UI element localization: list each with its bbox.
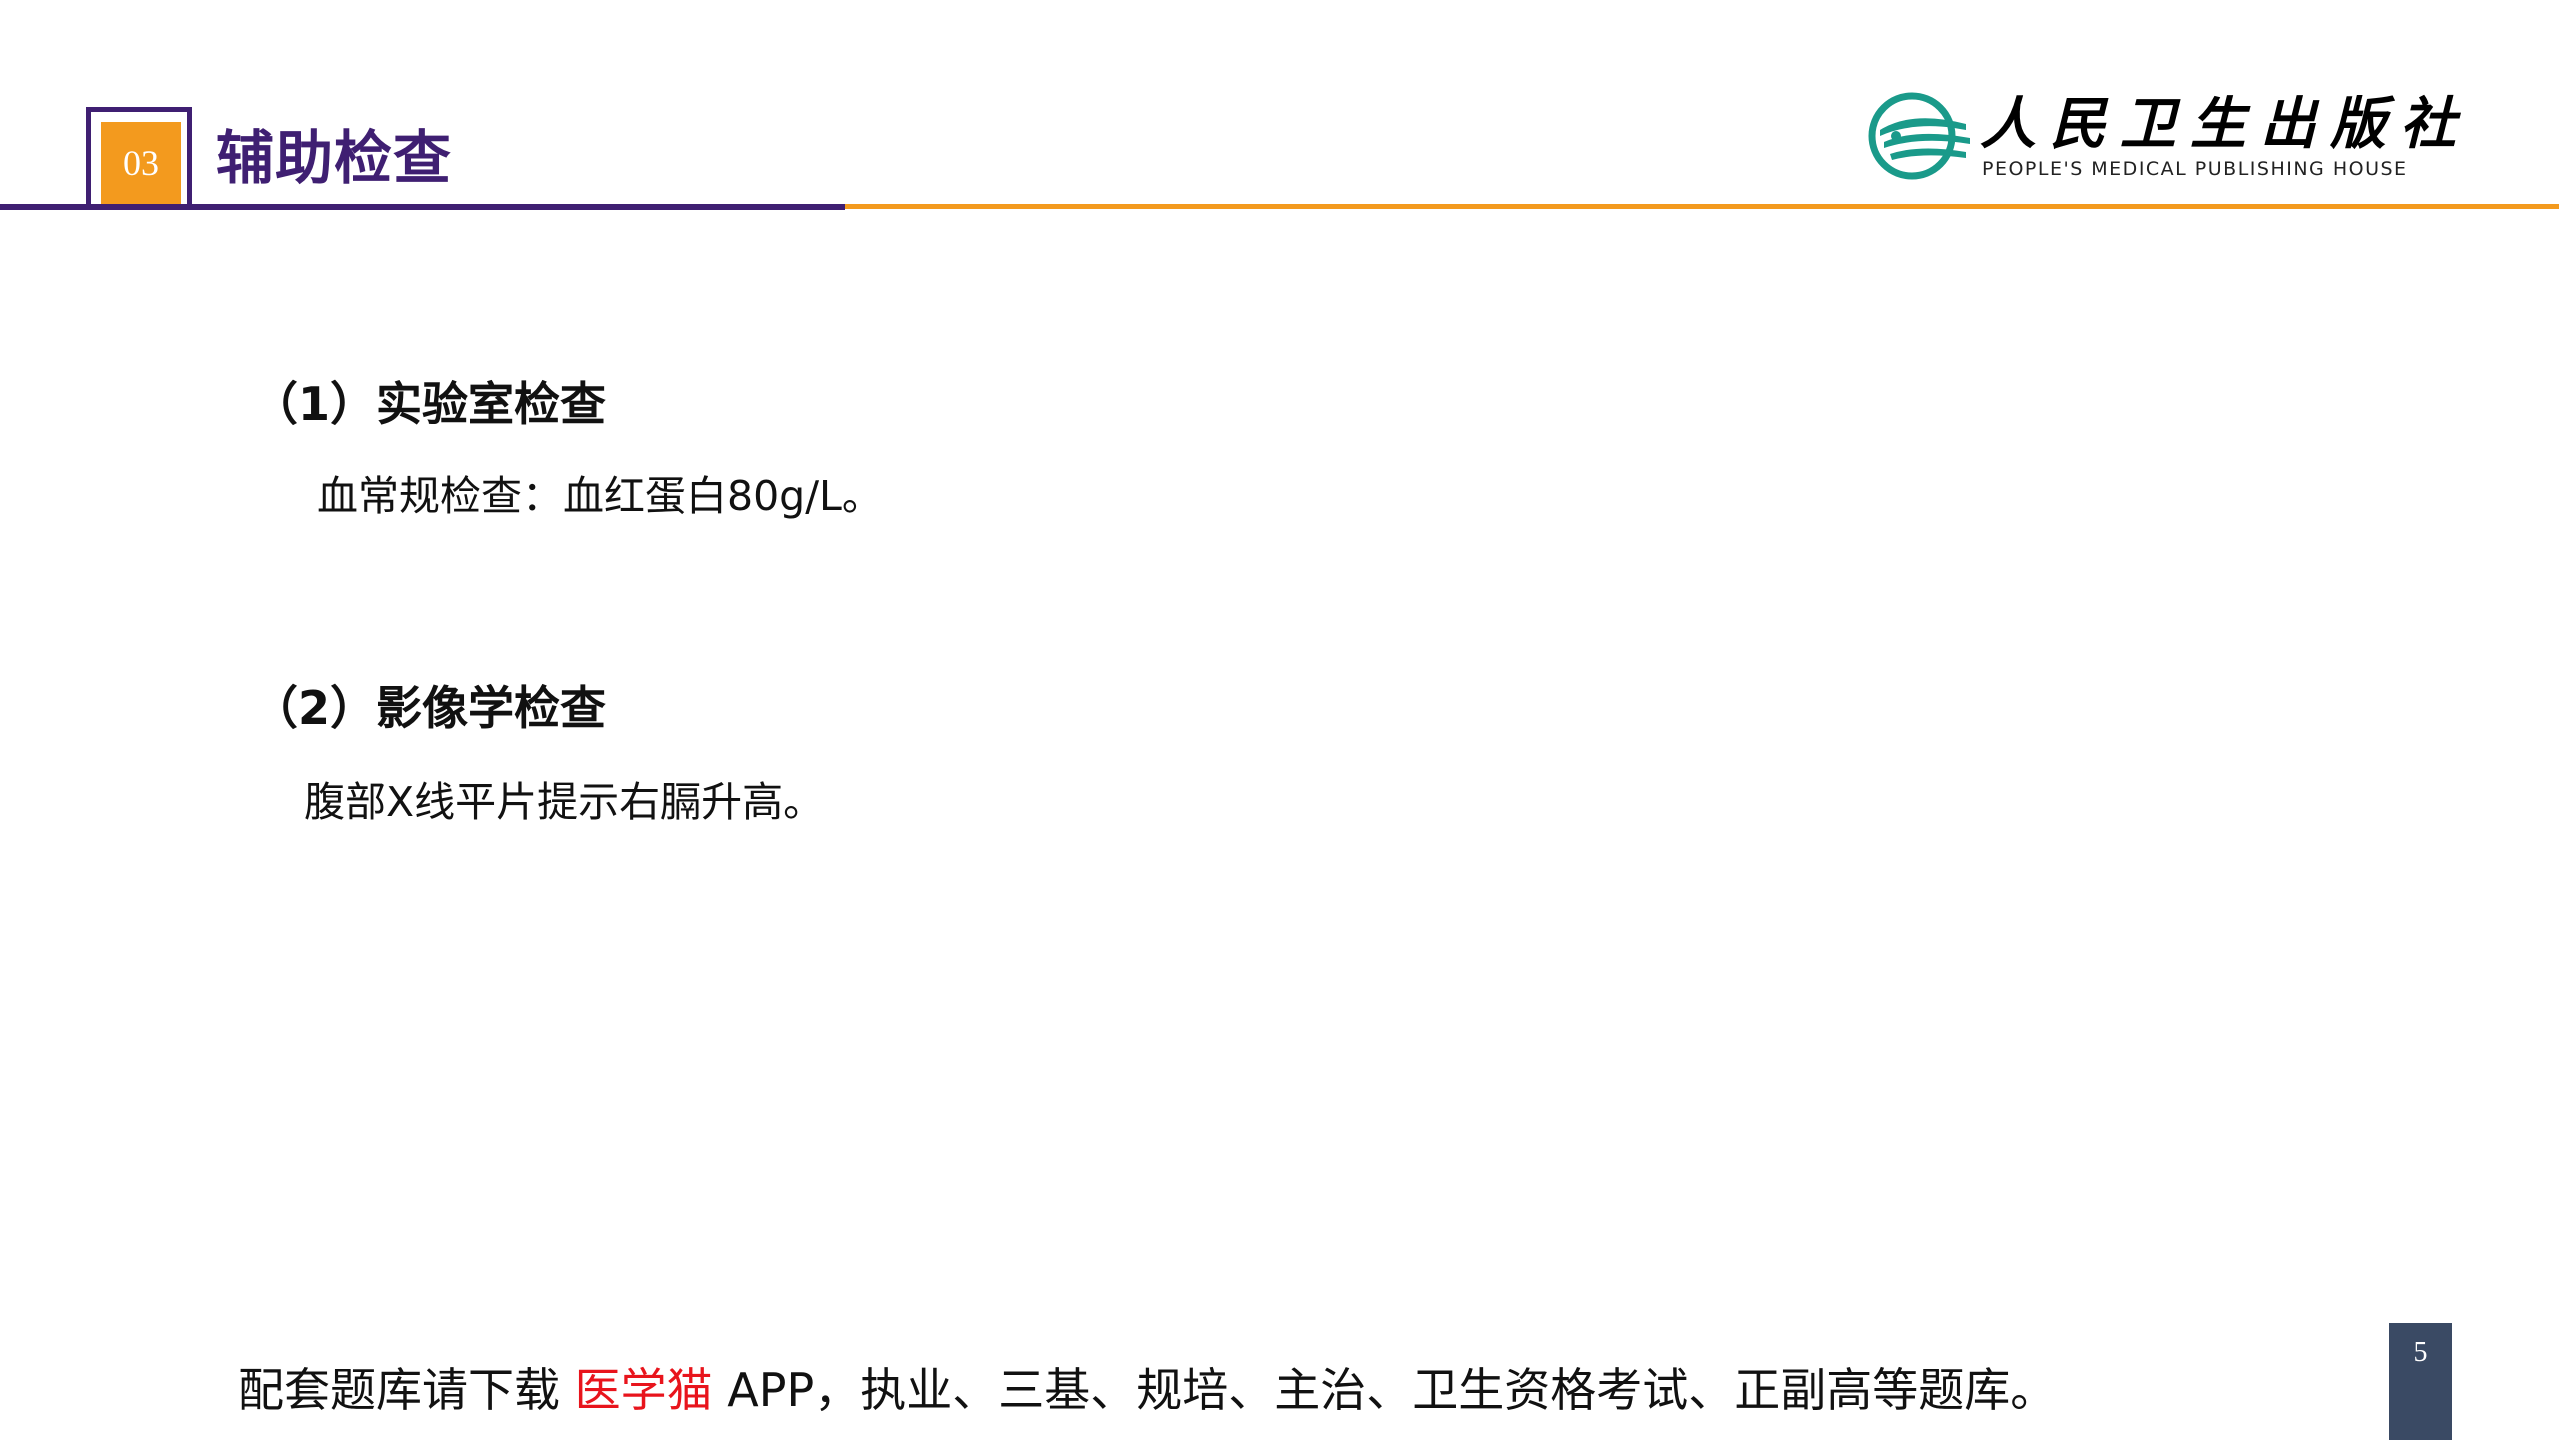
footer-prefix: 配套题库请下载 (238, 1363, 575, 1417)
publisher-name-cn: 人民卫生出版社 (1980, 91, 2470, 157)
section-title: 辅助检查 (216, 124, 453, 192)
lab-exam-text: 血常规检查：血红蛋白80g/L。 (317, 472, 883, 520)
page-number: 5 (2389, 1323, 2452, 1440)
footer-suffix: APP，执业、三基、规培、主治、卫生资格考试、正副高等题库。 (712, 1363, 2057, 1417)
publisher-logo-icon (1868, 92, 1970, 180)
header-rule-orange (845, 204, 2559, 209)
header-rule-purple (0, 204, 845, 210)
publisher-name-en: PEOPLE'S MEDICAL PUBLISHING HOUSE (1982, 158, 2408, 180)
imaging-exam-heading: （2）影像学检查 (252, 681, 607, 735)
lab-exam-heading: （1）实验室检查 (252, 377, 607, 431)
footer-note: 配套题库请下载 医学猫 APP，执业、三基、规培、主治、卫生资格考试、正副高等题… (238, 1360, 2056, 1420)
section-number: 03 (101, 122, 181, 204)
footer-app-name: 医学猫 (574, 1363, 713, 1417)
imaging-exam-text: 腹部X线平片提示右膈升高。 (304, 778, 825, 826)
